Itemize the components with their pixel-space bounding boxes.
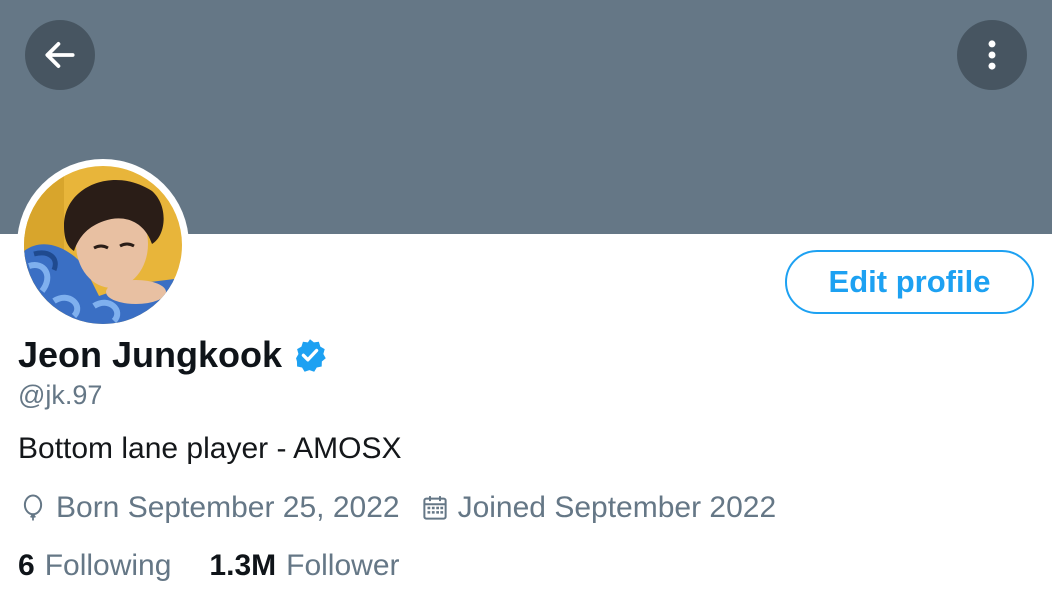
back-button[interactable] (25, 20, 95, 90)
profile-meta: Born September 25, 2022 Joined September… (18, 488, 776, 528)
follow-stats: 6 Following 1.3M Follower (18, 546, 400, 586)
followers-count: 1.3M (209, 549, 277, 582)
balloon-icon (23, 494, 43, 521)
calendar-icon (422, 496, 447, 520)
display-name: Jeon Jungkook (18, 334, 283, 375)
bio-text: Bottom lane player - AMOSX (18, 432, 402, 465)
birthday-text: Born September 25, 2022 (56, 491, 400, 524)
birthday-item: Born September 25, 2022 (18, 491, 400, 525)
edit-profile-button[interactable]: Edit profile (785, 250, 1034, 314)
followers-link[interactable]: 1.3M Follower (209, 549, 399, 583)
profile-name-row: Jeon Jungkook (18, 332, 328, 378)
more-options-button[interactable] (957, 20, 1027, 90)
following-count: 6 (18, 549, 35, 582)
joined-text: Joined September 2022 (457, 491, 777, 524)
following-label: Following (44, 549, 172, 582)
arrow-left-icon (45, 42, 75, 68)
following-link[interactable]: 6 Following (18, 549, 171, 583)
followers-label: Follower (286, 549, 400, 582)
avatar[interactable] (24, 166, 182, 324)
user-handle: @jk.97 (18, 380, 103, 410)
joined-item: Joined September 2022 (420, 491, 777, 525)
more-vertical-icon (988, 40, 996, 70)
verified-badge-icon (296, 339, 326, 372)
